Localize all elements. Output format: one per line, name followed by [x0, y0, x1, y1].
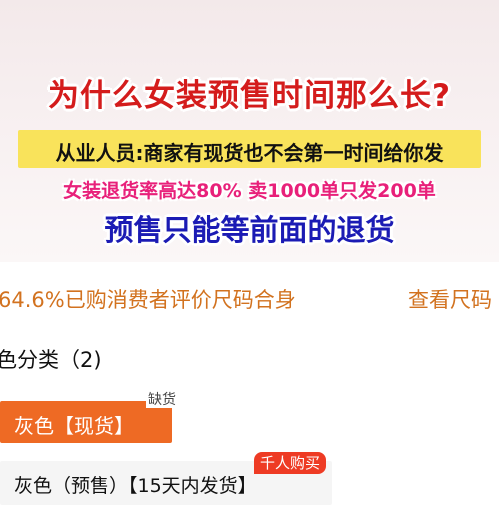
headline-subtitle: 从业人员:商家有现货也不会第一时间给你发 [55, 141, 444, 165]
option-label: 灰色【现货】 [14, 414, 134, 438]
headline-title: 为什么女装预售时间那么长? [48, 78, 451, 114]
out-of-stock-badge: 缺货 [146, 392, 178, 408]
view-size-link[interactable]: 查看尺码 [408, 284, 492, 314]
headline-stat: 女装退货率高达80% 卖1000单只发200单 [63, 180, 436, 202]
popular-badge: 千人购买 [254, 452, 327, 474]
option-label: 灰色（预售）【15天内发货】 [14, 475, 257, 497]
category-header: 色分类（2) [0, 348, 102, 372]
size-fit-review: 64.6%已购消费者评价尺码合身 [0, 288, 296, 312]
headline-conclusion: 预售只能等前面的退货 [104, 213, 395, 247]
